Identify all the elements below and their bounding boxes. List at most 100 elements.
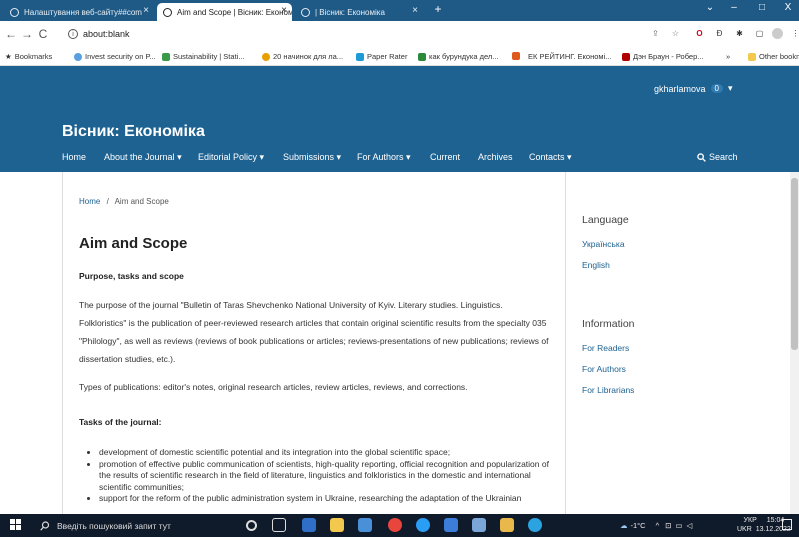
bookmark-item[interactable]: ЕК РЕЙТИНГ. Економі...: [528, 52, 611, 61]
chevron-down-icon: ▾: [727, 83, 733, 93]
bookmark-item[interactable]: Дэн Браун - Робер...: [622, 52, 704, 61]
list-item: support for the reform of the public adm…: [99, 493, 549, 505]
close-tab-icon[interactable]: ×: [412, 5, 418, 16]
url-input[interactable]: i about:blank: [68, 25, 628, 43]
bookmarks-overflow-button[interactable]: »: [726, 52, 730, 61]
folder-icon: [748, 52, 756, 61]
bookmark-icon: [356, 52, 364, 61]
other-bookmarks[interactable]: Other bookmarks: [748, 52, 799, 61]
tab-search-icon[interactable]: ⌄: [700, 2, 720, 13]
close-tab-icon[interactable]: ×: [143, 5, 149, 16]
browser-tab-3[interactable]: | Вісник: Економіка ×: [295, 3, 423, 21]
app-icon[interactable]: [444, 518, 458, 532]
nav-home[interactable]: Home: [62, 152, 86, 162]
minimize-button[interactable]: –: [724, 2, 744, 13]
sidepanel-icon[interactable]: ▢: [754, 28, 765, 39]
close-tab-icon[interactable]: ×: [281, 5, 287, 16]
app-icon[interactable]: [302, 518, 316, 532]
share-icon[interactable]: ⇪: [650, 28, 661, 39]
info-link-authors[interactable]: For Authors: [582, 364, 626, 374]
nav-current[interactable]: Current: [430, 152, 460, 162]
page-title: Aim and Scope: [79, 235, 188, 252]
nav-archives[interactable]: Archives: [478, 152, 513, 162]
search-button[interactable]: Search: [697, 152, 738, 162]
app-icon[interactable]: [500, 518, 514, 532]
battery-icon[interactable]: ▭: [675, 521, 682, 530]
info-link-librarians[interactable]: For Librarians: [582, 385, 634, 395]
tab-label: | Вісник: Економіка: [315, 7, 385, 17]
info-link-readers[interactable]: For Readers: [582, 343, 629, 353]
weather-temperature[interactable]: -1°C: [631, 521, 646, 530]
profile-avatar[interactable]: [772, 28, 783, 39]
browser-tab-2[interactable]: Aim and Scope | Вісник: Економі ×: [157, 3, 292, 21]
chrome-icon[interactable]: [388, 518, 402, 532]
bookmark-item[interactable]: Paper Rater: [356, 52, 407, 61]
nav-submissions[interactable]: Submissions ▾: [283, 152, 341, 163]
forward-icon[interactable]: →: [20, 27, 34, 41]
file-explorer-icon[interactable]: [330, 518, 344, 532]
bookmark-item[interactable]: Invest security on P...: [74, 52, 156, 61]
windows-taskbar: Введіть пошуковий запит тут ☁ -1°C ^ ⊡ ▭…: [0, 514, 799, 537]
reload-icon[interactable]: C: [36, 27, 50, 41]
bookmark-icon: [262, 52, 270, 61]
info-icon[interactable]: i: [68, 29, 78, 39]
maximize-button[interactable]: □: [752, 2, 772, 13]
puzzle-icon[interactable]: ✱: [734, 28, 745, 39]
list-item: promotion of effective public communicat…: [99, 459, 549, 494]
windows-start-icon[interactable]: [10, 519, 22, 531]
bookmark-icon: [74, 52, 82, 61]
telegram-icon[interactable]: [528, 518, 542, 532]
purpose-paragraph: The purpose of the journal "Bulletin of …: [79, 300, 549, 364]
input-language-code: UKR: [737, 526, 752, 533]
chevron-down-icon: ▾: [259, 152, 265, 162]
taskbar-search-input[interactable]: Введіть пошуковий запит тут: [36, 514, 236, 537]
nav-contacts[interactable]: Contacts ▾: [529, 152, 572, 163]
bookmark-item[interactable]: 20 начинок для ла...: [262, 52, 343, 61]
new-tab-button[interactable]: +: [428, 2, 448, 16]
volume-icon[interactable]: ◁: [687, 521, 693, 530]
star-icon[interactable]: ☆: [670, 28, 681, 39]
notifications-icon[interactable]: [782, 519, 792, 530]
scrollbar-thumb[interactable]: [791, 178, 798, 350]
task-view-icon[interactable]: [272, 518, 286, 532]
cortana-icon[interactable]: [246, 520, 257, 531]
publication-types-paragraph: Types of publications: editor's notes, o…: [79, 382, 468, 392]
bookmark-icon: [418, 52, 426, 61]
chevron-up-icon[interactable]: ^: [656, 521, 660, 530]
bookmarks-bar: ★ Bookmarks Invest security on P... Susta…: [0, 48, 799, 66]
list-item: development of domestic scientific poten…: [99, 447, 549, 459]
chevron-down-icon: ▾: [177, 152, 182, 162]
chevron-down-icon: ▾: [567, 152, 572, 162]
browser-tab-1[interactable]: Налаштування веб-сайту##com ×: [4, 3, 154, 21]
app-icon[interactable]: [358, 518, 372, 532]
language-link-ukrainian[interactable]: Українська: [582, 239, 625, 249]
opera-icon[interactable]: O: [694, 28, 705, 39]
bookmark-item[interactable]: [512, 52, 523, 60]
nav-editorial-policy[interactable]: Editorial Policy ▾: [198, 152, 264, 163]
globe-icon: [301, 7, 310, 17]
bookmark-item[interactable]: Sustainability | Stati...: [162, 52, 245, 61]
username: gkharlamova: [654, 83, 706, 94]
user-menu[interactable]: gkharlamova 0 ▾: [654, 83, 733, 94]
site-title[interactable]: Вісник: Економіка: [62, 123, 205, 141]
extension-icon[interactable]: Ð: [714, 28, 725, 39]
menu-icon[interactable]: ⋮: [790, 28, 799, 39]
search-icon: [40, 520, 50, 531]
nav-for-authors[interactable]: For Authors ▾: [357, 152, 411, 163]
breadcrumb-home-link[interactable]: Home: [79, 197, 100, 206]
edge-icon[interactable]: [416, 518, 430, 532]
input-language: УКР: [743, 517, 757, 524]
network-icon[interactable]: ⊡: [665, 521, 671, 530]
language-link-english[interactable]: English: [582, 260, 610, 270]
bookmark-item[interactable]: как бурундука дел...: [418, 52, 499, 61]
app-icon[interactable]: [472, 518, 486, 532]
globe-icon: [10, 7, 19, 17]
globe-icon: [163, 7, 172, 17]
bookmark-item[interactable]: ★ Bookmarks: [5, 52, 52, 61]
close-window-button[interactable]: X: [778, 2, 798, 13]
url-text: about:blank: [83, 29, 130, 39]
page-scrollbar[interactable]: [790, 172, 799, 514]
nav-about[interactable]: About the Journal ▾: [104, 152, 182, 163]
star-icon: ★: [5, 52, 12, 61]
back-icon[interactable]: ←: [4, 27, 18, 41]
